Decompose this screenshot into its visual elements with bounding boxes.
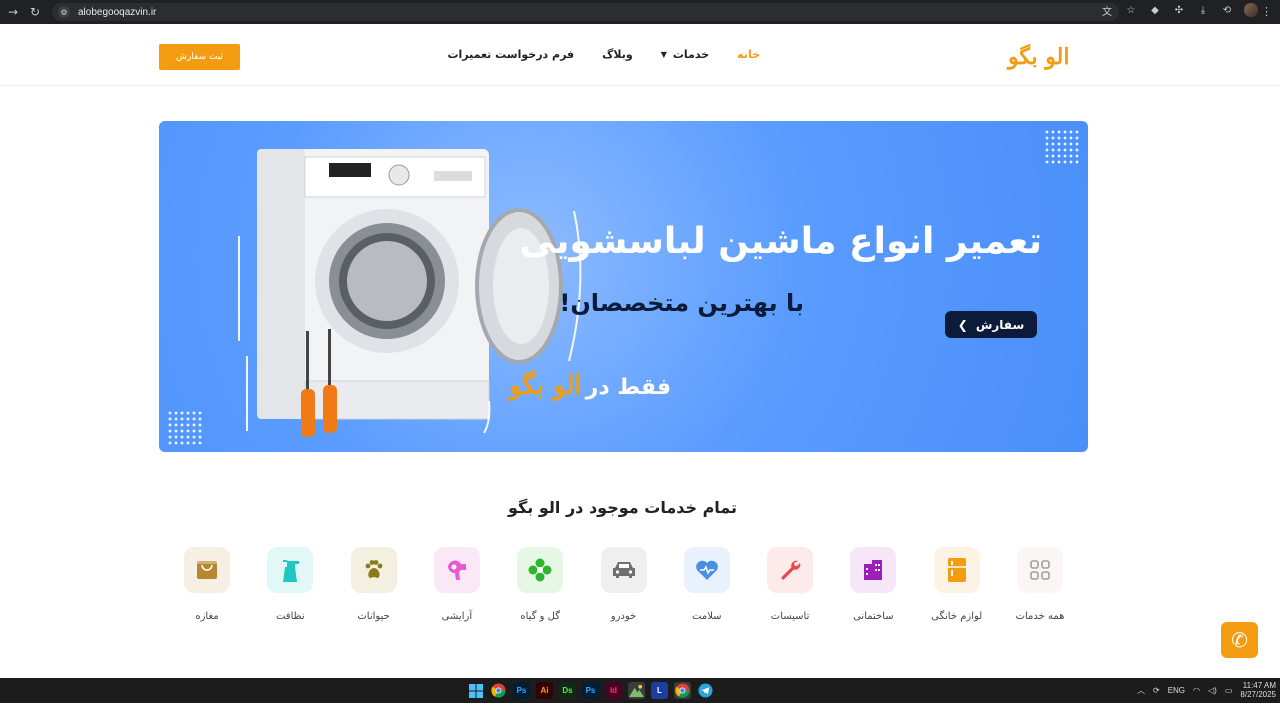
banner-subtitle: با بهترین متخصصان! (559, 289, 804, 317)
dots-decoration (167, 410, 203, 446)
service-label: ساختمانی (853, 611, 894, 622)
app-l-icon[interactable]: L (651, 682, 668, 699)
banner-title: تعمیر انواع ماشین لباسشویی (519, 221, 1042, 262)
chevron-left-icon: ❯ (957, 317, 968, 332)
photoshop-2-icon[interactable]: Ps (582, 682, 599, 699)
service-label: تاسیسات (770, 611, 810, 622)
menu-kebab-icon[interactable]: ⋮ (1261, 5, 1272, 18)
shield-icon[interactable]: ◆ (1148, 3, 1162, 17)
address-bar[interactable]: ⚙ alobegooqazvin.ir (52, 3, 1119, 21)
wifi-icon[interactable]: ◠ (1193, 686, 1200, 695)
profile-avatar[interactable] (1244, 3, 1258, 17)
service-item[interactable]: مغازه (175, 547, 239, 622)
chrome-2-icon[interactable] (674, 682, 691, 699)
service-item[interactable]: نظافت (258, 547, 322, 622)
taskbar-apps: Ps Ai Ds Ps Id L (467, 682, 714, 699)
banner-order-button[interactable]: سفارش ❯ (945, 311, 1037, 338)
nav-services[interactable]: خدمات ▼ (661, 48, 709, 61)
nav-home-label: خانه (737, 48, 760, 61)
banner-tagline: فقط در الو بگو (509, 371, 671, 401)
app-mountain-icon[interactable] (628, 682, 645, 699)
system-tray: ︿ ⟳ ENG ◠ ◁) ▭ 11:47 AM 8/27/2025 (1137, 681, 1276, 699)
url-text[interactable]: alobegooqazvin.ir (78, 7, 156, 18)
place-order-button[interactable]: ثبت سفارش (159, 44, 240, 70)
nav-repair-form-label: فرم درخواست تعمیرات (447, 48, 575, 61)
service-item[interactable]: خودرو (592, 547, 656, 622)
photoshop-icon[interactable]: Ps (513, 682, 530, 699)
chrome-icon[interactable] (490, 682, 507, 699)
translate-icon[interactable]: 文 (1100, 3, 1114, 18)
service-label: خودرو (610, 611, 637, 622)
nav-home[interactable]: خانه (737, 48, 760, 61)
service-item[interactable]: تاسیسات (758, 547, 822, 622)
service-label: نظافت (275, 611, 305, 622)
forward-icon[interactable]: → (4, 3, 22, 21)
service-item[interactable]: حیوانات (342, 547, 406, 622)
grid-icon (1017, 547, 1063, 593)
caret-down-icon: ▼ (660, 50, 667, 59)
volume-icon[interactable]: ◁) (1208, 686, 1217, 695)
indesign-icon[interactable]: Id (605, 682, 622, 699)
call-button[interactable]: ✆ (1221, 622, 1258, 658)
nav-repair-form[interactable]: فرم درخواست تعمیرات (447, 48, 574, 61)
service-item[interactable]: لوازم خانگی (925, 547, 989, 622)
os-taskbar: Ps Ai Ds Ps Id L ︿ ⟳ ENG ◠ ◁) ▭ 11:47 AM 8/27… (0, 678, 1280, 703)
site-info-icon[interactable]: ⚙ (58, 6, 70, 18)
paw-icon (350, 547, 397, 593)
service-label: آرایشی (441, 611, 473, 622)
clock[interactable]: 11:47 AM 8/27/2025 (1240, 681, 1276, 699)
tagline-prefix: فقط در (585, 375, 672, 400)
extensions-icon[interactable]: ✣ (1172, 3, 1186, 17)
service-label: سلامت (692, 611, 722, 622)
heart-icon (683, 547, 730, 593)
update-icon[interactable]: ⟳ (1153, 686, 1160, 695)
browser-toolbar: → ↻ ⚙ alobegooqazvin.ir 文 ☆ ◆ ✣ ⤓ ⟲ ⋮ (0, 0, 1280, 24)
wrench-icon (767, 547, 814, 593)
hairdryer-icon (433, 547, 480, 593)
fridge-icon (933, 547, 980, 593)
toolbar-icons: 文 ☆ ◆ ✣ ⤓ ⟲ (1100, 3, 1258, 18)
flower-icon (517, 547, 564, 593)
services-grid: همه خدمات لوازم خانگی ساختمانی تاسیسات سلامت… (175, 547, 1075, 637)
battery-icon[interactable]: ▭ (1225, 686, 1233, 695)
site-logo[interactable]: الو بگو (1008, 44, 1069, 70)
sync-icon[interactable]: ⟲ (1220, 3, 1234, 17)
clock-date: 8/27/2025 (1240, 690, 1276, 699)
services-heading: تمام خدمات موجود در الو بگو (507, 498, 738, 517)
hero-banner[interactable]: تعمیر انواع ماشین لباسشویی با بهترین متخ… (159, 121, 1088, 452)
tagline-brand: الو بگو (509, 371, 582, 401)
service-label: حیوانات (357, 611, 390, 622)
service-item[interactable]: آرایشی (425, 547, 489, 622)
clock-time: 11:47 AM (1242, 681, 1276, 690)
language-indicator[interactable]: ENG (1168, 686, 1185, 695)
download-icon[interactable]: ⤓ (1196, 3, 1210, 17)
illustrator-icon[interactable]: Ai (536, 682, 553, 699)
service-item[interactable]: گل و گیاه (508, 547, 572, 622)
bookmark-star-icon[interactable]: ☆ (1124, 3, 1138, 17)
nav-services-label: خدمات (672, 48, 710, 61)
windows-start-icon[interactable] (467, 682, 484, 699)
site-header: ثبت سفارش خانه خدمات ▼ وبلاگ فرم درخواست … (0, 28, 1280, 86)
service-item[interactable]: همه خدمات (1008, 547, 1072, 622)
building-icon (850, 547, 897, 593)
service-label: لوازم خانگی (931, 611, 983, 622)
service-label: گل و گیاه (520, 611, 560, 622)
dots-decoration (1044, 129, 1080, 165)
banner-order-label: سفارش (975, 317, 1025, 332)
dimension-icon[interactable]: Ds (559, 682, 576, 699)
service-label: مغازه (195, 611, 219, 622)
phone-icon: ✆ (1231, 628, 1248, 652)
spray-icon (267, 547, 314, 593)
telegram-icon[interactable] (697, 682, 714, 699)
chevron-up-icon[interactable]: ︿ (1137, 685, 1145, 696)
car-icon (600, 547, 647, 593)
service-item[interactable]: سلامت (675, 547, 739, 622)
shop-icon (184, 547, 230, 593)
nav-blog[interactable]: وبلاگ (602, 48, 633, 61)
main-nav: خانه خدمات ▼ وبلاگ فرم درخواست تعمیرات (447, 48, 760, 61)
service-label: همه خدمات (1015, 611, 1065, 622)
nav-blog-label: وبلاگ (602, 48, 633, 61)
reload-icon[interactable]: ↻ (26, 3, 44, 21)
service-item[interactable]: ساختمانی (841, 547, 905, 622)
